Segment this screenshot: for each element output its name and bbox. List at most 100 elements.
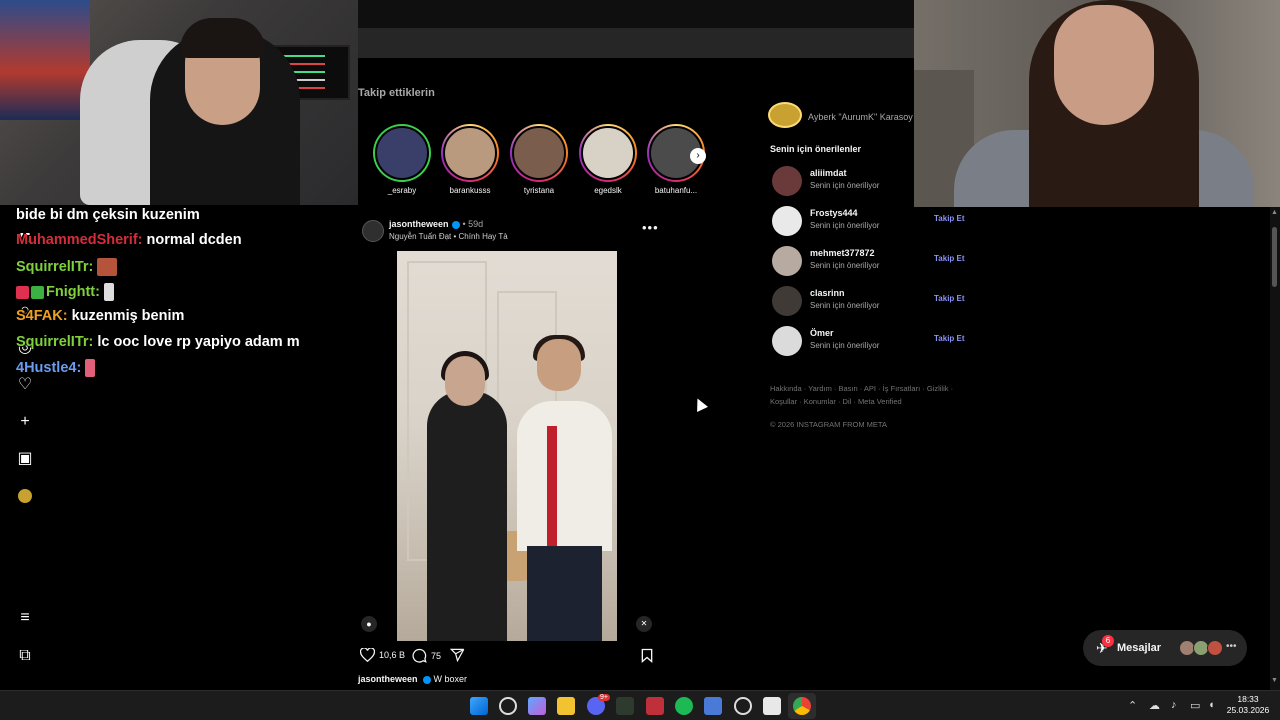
default-avatar-icon[interactable] [772,326,802,356]
save-button[interactable] [641,648,653,663]
chat-username: MuhammedSherif: [16,232,143,248]
follow-button[interactable]: Takip Et [934,214,965,223]
spotify-icon[interactable] [675,697,693,715]
suggestion-username[interactable]: Ömer [810,328,834,338]
heart-badge-icon [16,285,29,299]
follow-button[interactable]: Takip Et [934,254,965,263]
post-audio-info[interactable]: Nguyễn Tuấn Đạt • Chính Hay Tà [389,232,508,241]
app-icon[interactable] [646,697,664,715]
page-scrollbar[interactable]: ▲ ▼ [1270,207,1280,690]
chat-username: Fnightt: [46,283,100,300]
chat-username: SquirrelITr: [16,334,94,350]
tagged-user-icon[interactable]: ● [361,616,377,632]
tray-overflow-icon[interactable]: ⌃ [1128,699,1137,712]
menu-hamburger-icon[interactable]: ≡ [14,607,36,629]
browser-topbar [358,0,914,58]
comment-button[interactable]: 75 [412,648,441,663]
chat-message: Fnightt: [16,283,114,301]
suggestion-avatar[interactable] [772,246,802,276]
search-icon[interactable] [499,697,517,715]
suggestion-avatar[interactable] [772,286,802,316]
suggestion-username[interactable]: clasrinn [810,288,845,298]
messages-label: Mesajlar [1117,642,1162,654]
comment-icon [412,648,427,663]
follow-button[interactable]: Takip Et [934,294,965,303]
facecam-overlay [914,0,1280,207]
chat-username: 4Hustle4: [16,359,82,376]
story-item[interactable]: tyristana [507,124,571,195]
display-icon[interactable]: ▭ [1190,699,1200,712]
chat-message: SquirrelITr: lc ooc love rp yapiyo adam m [16,334,300,350]
footer-links-line[interactable]: Hakkında · Yardım · Basın · API · İş Fır… [770,382,960,395]
mute-icon[interactable]: ✕ [636,616,652,632]
copilot-icon[interactable] [528,697,546,715]
chrome-icon[interactable] [793,697,811,715]
more-options-icon[interactable]: ••• [642,220,659,235]
volume-icon[interactable]: ◖ [1208,699,1215,711]
suggestion-row: aliiimdat Senin için öneriliyor [772,164,967,198]
suggestion-username[interactable]: aliiimdat [810,168,847,178]
app-icon[interactable] [763,697,781,715]
story-avatar [375,126,429,180]
chat-message: bide bi dm çeksin kuzenim [16,207,200,223]
chat-username: SquirrelITr: [16,258,94,275]
windows-taskbar: 9+ ⌃ ☁ ♪ ▭ ◖ 18:33 25.03.2026 [0,690,1280,720]
suggestion-reason: Senin için öneriliyor [810,221,880,230]
suggestion-avatar[interactable] [772,166,802,196]
follow-button[interactable]: Takip Et [934,334,965,343]
story-item[interactable]: _esraby [370,124,434,195]
copyright: © 2026 INSTAGRAM FROM META [770,420,887,429]
heart-icon [360,648,375,662]
profile-avatar[interactable] [14,485,36,507]
like-button[interactable]: 10,6 B [360,648,405,662]
chat-text: kuzenmiş benim [71,308,185,324]
clock-date: 25.03.2026 [1226,705,1270,715]
messages-button[interactable]: ✈ 6 Mesajlar ••• [1083,630,1247,666]
suggestion-avatar[interactable] [772,206,802,236]
more-icon: ••• [1226,641,1237,652]
share-icon [450,648,465,662]
microphone-icon[interactable]: ♪ [1171,699,1177,711]
current-user-name: Ayberk "AurumK" Karasoy [808,112,913,122]
post-header: jasontheween • 59d Nguyễn Tuấn Đạt • Chín… [358,216,668,246]
suggestion-username[interactable]: Frostys444 [810,208,858,218]
footer-links-line[interactable]: Koşullar · Konumlar · Dil · Meta Verifie… [770,395,960,408]
terminal-icon[interactable] [616,697,634,715]
windows-start-icon[interactable] [470,697,488,715]
create-plus-icon[interactable]: + [14,411,36,433]
chat-message: MuhammedSherif: normal dcden [16,232,242,248]
following-label: Takip ettiklerin [358,87,435,99]
scrollbar-thumb[interactable] [1272,227,1277,287]
suggestion-reason: Senin için öneriliyor [810,301,880,310]
story-item[interactable]: egedslk [576,124,640,195]
verified-badge-icon [451,220,460,229]
caption-username[interactable]: jasontheween [358,674,418,684]
cloud-icon[interactable]: ☁ [1149,699,1160,712]
footer-links: Hakkında · Yardım · Basın · API · İş Fır… [770,382,960,408]
meta-apps-icon[interactable]: ⧉ [14,645,36,667]
chat-message: SquirrelITr: [16,258,118,276]
video-frame [397,251,617,641]
story-item[interactable]: barankusss [438,124,502,195]
chat-emote [97,258,118,276]
suggestion-username[interactable]: mehmet377872 [810,248,875,258]
stories-next-button[interactable]: › [690,148,706,164]
file-explorer-icon[interactable] [557,697,575,715]
chat-text: bide bi dm çeksin kuzenim [16,207,200,223]
obs-icon[interactable] [734,697,752,715]
system-clock[interactable]: 18:33 25.03.2026 [1226,694,1270,716]
scroll-up-icon[interactable]: ▲ [1271,209,1278,216]
post-author-avatar[interactable] [362,220,384,242]
dashboard-icon[interactable]: ▣ [14,448,36,470]
post-username[interactable]: jasontheween [389,219,449,229]
chat-message: S4FAK: kuzenmiş benim [16,308,184,324]
story-avatar [443,126,497,180]
streamer-hair [180,18,265,58]
share-button[interactable] [450,648,465,662]
story-avatar [581,126,635,180]
vpn-icon[interactable] [704,697,722,715]
post-video[interactable]: ● ✕ [351,251,663,641]
current-user-row[interactable]: Ayberk "AurumK" Karasoy [768,100,968,130]
scroll-down-icon[interactable]: ▼ [1271,677,1278,684]
chat-emote [103,283,114,301]
